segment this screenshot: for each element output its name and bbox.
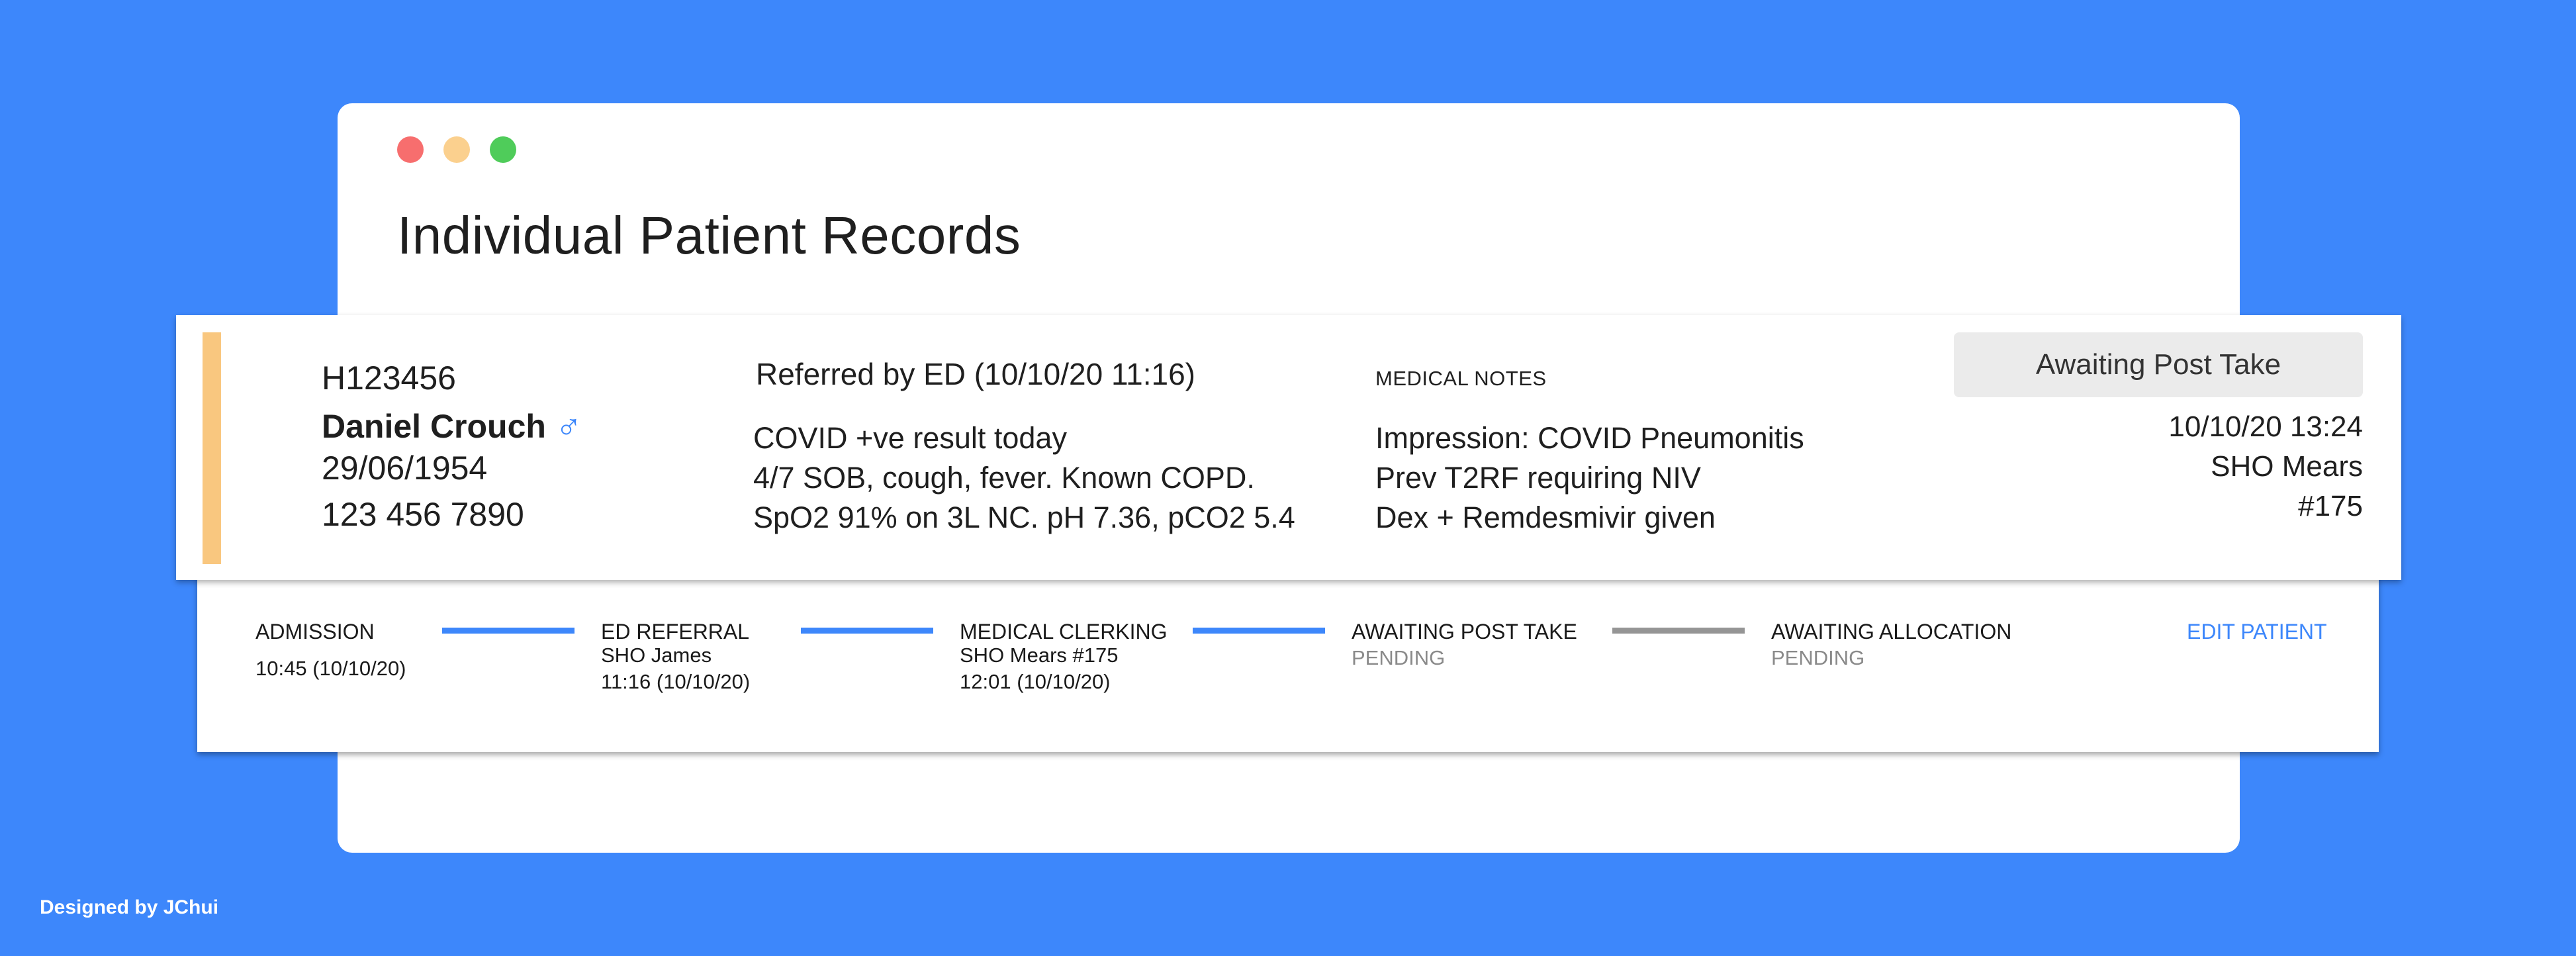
referral-line: SpO2 91% on 3L NC. pH 7.36, pCO2 5.4 xyxy=(753,501,1295,534)
status-timeline-card xyxy=(197,576,2379,752)
hospital-number: H123456 xyxy=(322,359,456,397)
minimize-window-button[interactable] xyxy=(443,136,470,163)
stage-awaiting-allocation-title: AWAITING ALLOCATION xyxy=(1771,620,2012,644)
maximize-window-button[interactable] xyxy=(490,136,516,163)
stage-medical-clerking-time: 12:01 (10/10/20) xyxy=(960,670,1111,693)
designer-credit: Designed by JChui xyxy=(40,896,219,918)
stage-ed-referral-doctor: SHO James xyxy=(601,644,712,667)
medical-note-line: Prev T2RF requiring NIV xyxy=(1375,461,1701,495)
male-icon: ♂ xyxy=(555,406,582,446)
edit-patient-link[interactable]: EDIT PATIENT xyxy=(2187,620,2327,644)
patient-name: Daniel Crouch xyxy=(322,408,546,445)
medical-note-line: Dex + Remdesmivir given xyxy=(1375,501,1716,534)
stage-awaiting-post-take-status: PENDING xyxy=(1352,646,1446,669)
close-window-button[interactable] xyxy=(397,136,424,163)
referral-line: COVID +ve result today xyxy=(753,421,1067,455)
timeline-connector-complete xyxy=(1193,628,1325,634)
referral-line: 4/7 SOB, cough, fever. Known COPD. xyxy=(753,461,1255,495)
phone-number: 123 456 7890 xyxy=(322,496,524,533)
status-datetime: 10/10/20 13:24 xyxy=(2168,410,2363,443)
stage-awaiting-post-take-title: AWAITING POST TAKE xyxy=(1352,620,1577,644)
stage-awaiting-allocation-status: PENDING xyxy=(1771,646,1865,669)
referral-heading: Referred by ED (10/10/20 11:16) xyxy=(756,357,1195,391)
status-badge[interactable]: Awaiting Post Take xyxy=(1954,332,2363,397)
timeline-connector-complete xyxy=(442,628,575,634)
stage-admission-title: ADMISSION xyxy=(255,620,375,644)
stage-ed-referral-title: ED REFERRAL xyxy=(601,620,750,644)
priority-accent-bar xyxy=(203,332,221,564)
timeline-connector-complete xyxy=(801,628,933,634)
stage-ed-referral-time: 11:16 (10/10/20) xyxy=(601,670,751,693)
medical-notes-label: MEDICAL NOTES xyxy=(1375,367,1547,390)
patient-name-row: Daniel Crouch ♂ xyxy=(322,405,582,446)
date-of-birth: 29/06/1954 xyxy=(322,450,488,487)
assigned-doctor: SHO Mears xyxy=(2211,450,2363,483)
stage-admission-time: 10:45 (10/10/20) xyxy=(255,657,406,680)
page-title: Individual Patient Records xyxy=(397,206,1021,265)
stage-medical-clerking-doctor: SHO Mears #175 xyxy=(960,644,1119,667)
stage-medical-clerking-title: MEDICAL CLERKING xyxy=(960,620,1168,644)
timeline-connector-pending xyxy=(1612,628,1745,634)
patient-number: #175 xyxy=(2298,490,2363,522)
medical-note-line: Impression: COVID Pneumonitis xyxy=(1375,421,1804,455)
